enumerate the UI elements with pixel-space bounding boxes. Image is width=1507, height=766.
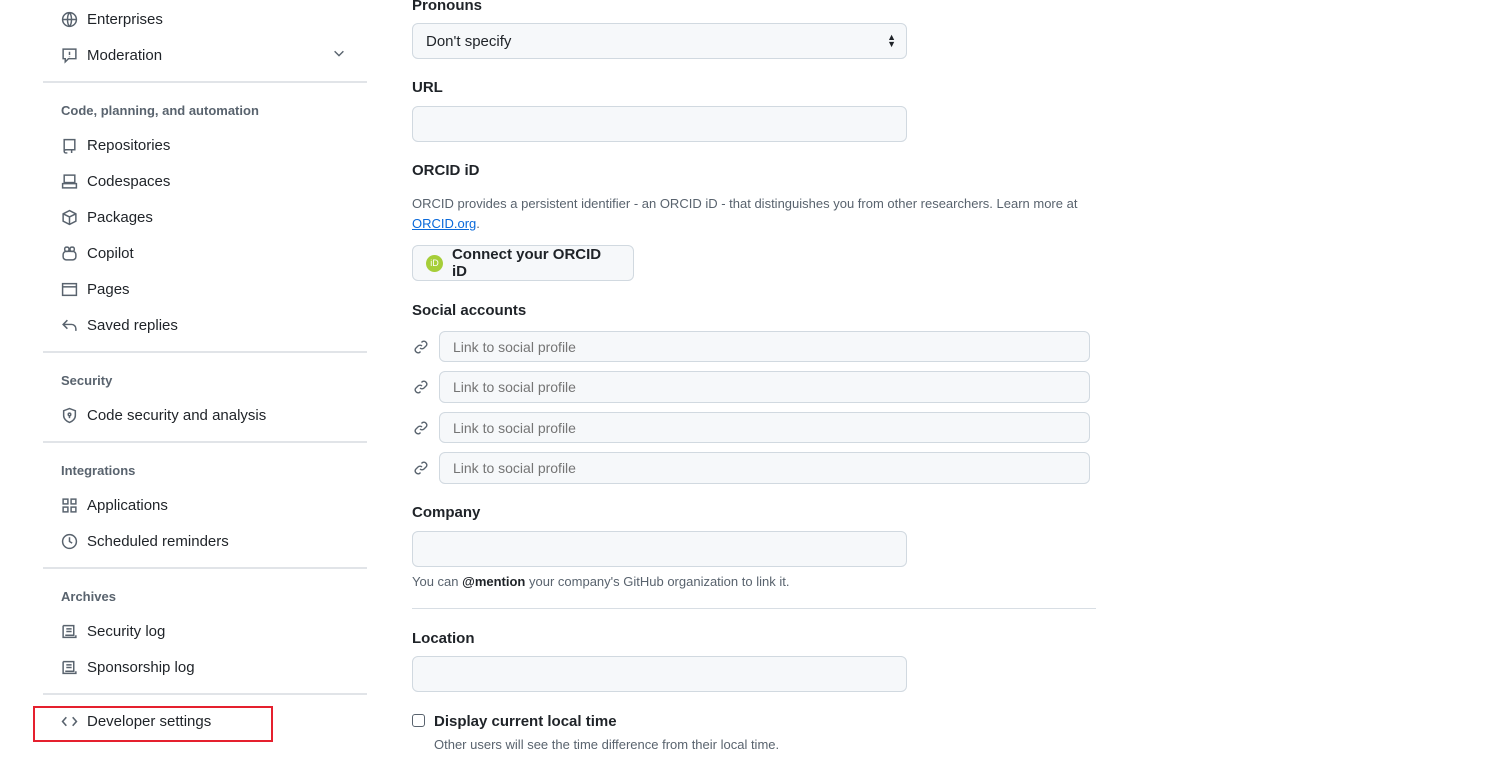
link-icon (414, 461, 428, 475)
sidebar-item-label: Packages (87, 208, 153, 226)
sidebar-item-codespaces[interactable]: Codespaces (60, 167, 170, 195)
sidebar-item-repositories[interactable]: Repositories (60, 131, 170, 159)
sidebar-item-security-log[interactable]: Security log (60, 617, 165, 645)
select-arrows-icon: ▲ ▼ (887, 32, 896, 49)
help-text: your company's GitHub organization to li… (529, 574, 790, 589)
pronouns-value: Don't specify (426, 32, 512, 50)
chevron-down-icon[interactable] (332, 46, 346, 64)
section-heading: Integrations (61, 463, 136, 478)
browser-icon (60, 280, 78, 298)
orcid-link[interactable]: ORCID.org (412, 216, 476, 231)
report-icon (60, 46, 78, 64)
local-time-label: Display current local time (434, 713, 617, 730)
social-profile-input[interactable] (439, 331, 1090, 362)
orcid-icon: iD (426, 254, 443, 272)
social-profile-input[interactable] (439, 371, 1090, 403)
codespaces-icon (60, 172, 78, 190)
sidebar-item-scheduled-reminders[interactable]: Scheduled reminders (60, 527, 229, 555)
divider (412, 608, 1096, 609)
shield-icon (60, 406, 78, 424)
sidebar-item-label: Sponsorship log (87, 658, 195, 676)
code-icon (60, 712, 78, 730)
divider (43, 351, 367, 353)
repo-icon (60, 136, 78, 154)
button-label: Connect your ORCID iD (451, 246, 602, 280)
reply-icon (60, 316, 78, 334)
sidebar-item-label: Scheduled reminders (87, 532, 229, 550)
local-time-help: Other users will see the time difference… (434, 737, 780, 752)
sidebar-item-label: Repositories (87, 136, 171, 154)
sidebar-item-copilot[interactable]: Copilot (60, 239, 134, 267)
globe-icon (60, 10, 78, 28)
package-icon (60, 208, 78, 226)
social-accounts-label: Social accounts (412, 302, 527, 319)
company-label: Company (412, 504, 481, 521)
company-input[interactable] (412, 531, 907, 567)
sidebar-item-code-security[interactable]: Code security and analysis (60, 401, 266, 429)
link-icon (414, 380, 428, 394)
copilot-icon (60, 244, 78, 262)
section-heading: Archives (61, 589, 116, 604)
social-profile-input[interactable] (439, 412, 1090, 443)
sidebar-item-enterprises[interactable]: Enterprises (60, 5, 163, 33)
pronouns-label: Pronouns (412, 0, 482, 14)
divider (43, 693, 367, 695)
apps-icon (60, 496, 78, 514)
company-help: You can @mention your company's GitHub o… (412, 574, 789, 589)
sidebar-item-packages[interactable]: Packages (60, 203, 153, 231)
sidebar-item-label: Enterprises (87, 10, 163, 28)
sidebar-item-saved-replies[interactable]: Saved replies (60, 311, 178, 339)
pronouns-select[interactable]: Don't specify ▲ ▼ (412, 23, 907, 59)
link-icon (414, 421, 428, 435)
sidebar-item-pages[interactable]: Pages (60, 275, 130, 303)
sidebar-item-moderation[interactable]: Moderation (60, 41, 350, 69)
sidebar-item-label: Moderation (87, 46, 163, 64)
orcid-label: ORCID iD (412, 162, 480, 179)
location-input[interactable] (412, 656, 907, 692)
log-icon (60, 658, 78, 676)
connect-orcid-button[interactable]: iD Connect your ORCID iD (412, 245, 634, 281)
divider (43, 441, 367, 443)
local-time-checkbox[interactable] (412, 714, 425, 727)
sidebar-item-sponsorship-log[interactable]: Sponsorship log (60, 653, 195, 681)
help-text: You can (412, 574, 459, 589)
sidebar-item-label: Security log (87, 622, 166, 640)
url-input[interactable] (412, 106, 907, 142)
sidebar-item-label: Copilot (87, 244, 134, 262)
sidebar-item-label: Pages (87, 280, 130, 298)
clock-icon (60, 532, 78, 550)
section-heading: Code, planning, and automation (61, 103, 259, 118)
orcid-description: ORCID provides a persistent identifier -… (412, 196, 1078, 211)
sidebar-item-label: Applications (87, 496, 168, 514)
social-profile-input[interactable] (439, 452, 1090, 484)
log-icon (60, 622, 78, 640)
sidebar-item-label: Developer settings (87, 712, 212, 730)
link-icon (414, 340, 428, 354)
sidebar-item-developer-settings[interactable]: Developer settings (60, 707, 211, 735)
location-label: Location (412, 630, 475, 647)
divider (43, 81, 367, 83)
url-label: URL (412, 79, 443, 96)
mention-text: @mention (462, 574, 526, 589)
sidebar-item-applications[interactable]: Applications (60, 491, 168, 519)
divider (43, 567, 367, 569)
section-heading: Security (61, 373, 113, 388)
sidebar-item-label: Saved replies (87, 316, 178, 334)
sidebar-item-label: Codespaces (87, 172, 171, 190)
sidebar-item-label: Code security and analysis (87, 406, 267, 424)
